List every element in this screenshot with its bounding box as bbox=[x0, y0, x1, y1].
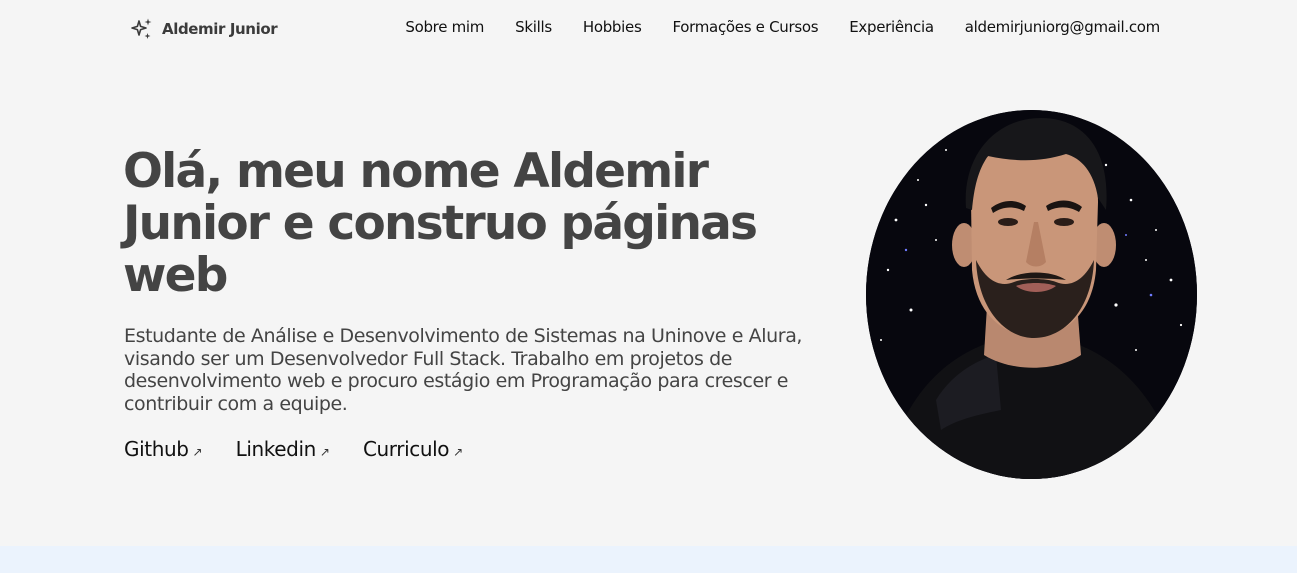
brand-name: Aldemir Junior bbox=[162, 20, 278, 38]
main-nav: Sobre mim Skills Hobbies Formações e Cur… bbox=[405, 18, 1160, 36]
hero-title: Olá, meu nome Aldemir Junior e construo … bbox=[123, 144, 758, 303]
nav-link-formacoes-cursos[interactable]: Formações e Cursos bbox=[672, 18, 818, 36]
nav-link-skills[interactable]: Skills bbox=[515, 18, 552, 36]
navbar: Aldemir Junior Sobre mim Skills Hobbies … bbox=[0, 0, 1297, 56]
curriculo-link[interactable]: Curriculo ↗ bbox=[363, 437, 463, 461]
nav-link-hobbies[interactable]: Hobbies bbox=[583, 18, 642, 36]
next-section-band bbox=[0, 546, 1297, 573]
github-link[interactable]: Github ↗ bbox=[124, 437, 203, 461]
arrow-up-right-icon: ↗ bbox=[192, 445, 203, 459]
arrow-up-right-icon: ↗ bbox=[453, 445, 464, 459]
linkedin-link[interactable]: Linkedin ↗ bbox=[236, 437, 330, 461]
nav-link-email[interactable]: aldemirjuniorg@gmail.com bbox=[965, 18, 1161, 36]
linkedin-link-label: Linkedin bbox=[235, 437, 317, 461]
sparkles-icon bbox=[130, 17, 154, 41]
hero-description: Estudante de Análise e Desenvolvimento d… bbox=[124, 325, 803, 415]
profile-photo bbox=[866, 110, 1197, 479]
brand-logo-link[interactable]: Aldemir Junior bbox=[130, 17, 278, 41]
external-links: Github ↗ Linkedin ↗ Curriculo ↗ bbox=[124, 437, 463, 461]
github-link-label: Github bbox=[124, 437, 189, 461]
curriculo-link-label: Curriculo bbox=[362, 437, 450, 461]
nav-link-sobre-mim[interactable]: Sobre mim bbox=[405, 18, 484, 36]
arrow-up-right-icon: ↗ bbox=[319, 445, 330, 459]
nav-link-experiencia[interactable]: Experiência bbox=[849, 18, 934, 36]
